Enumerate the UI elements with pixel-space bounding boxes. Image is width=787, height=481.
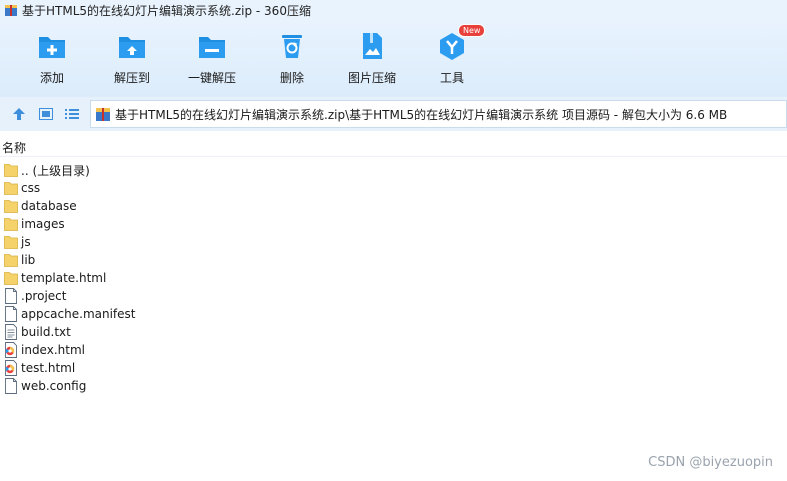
file-icon [5, 288, 17, 304]
new-badge: New [458, 24, 486, 37]
file-row[interactable]: .project [4, 287, 304, 305]
extract-to-icon [119, 37, 145, 58]
add-file-icon [39, 37, 65, 58]
title-bar: 基于HTML5的在线幻灯片编辑演示系统.zip - 360压缩 [0, 0, 787, 20]
text-file-icon [5, 324, 17, 340]
folder-icon [4, 200, 18, 213]
delete-button[interactable]: 删除 [252, 30, 332, 86]
path-field[interactable]: 基于HTML5的在线幻灯片编辑演示系统.zip\基于HTML5的在线幻灯片编辑演… [90, 100, 787, 128]
archive-icon [5, 5, 17, 16]
window-title: 基于HTML5的在线幻灯片编辑演示系统.zip - 360压缩 [22, 3, 311, 18]
tools-button[interactable]: New 工具 [412, 24, 492, 86]
image-compress-button[interactable]: 图片压缩 [332, 30, 412, 86]
file-name: build.txt [21, 325, 71, 339]
folder-icon [4, 218, 18, 231]
extract-to-button-label: 解压到 [113, 71, 150, 85]
path-text: 基于HTML5的在线幻灯片编辑演示系统.zip\基于HTML5的在线幻灯片编辑演… [115, 107, 728, 122]
folder-icon [4, 272, 18, 285]
file-name: js [21, 235, 31, 249]
folder-icon [4, 164, 18, 177]
folder-icon [4, 182, 18, 195]
file-row[interactable]: css [4, 179, 304, 197]
recycle-bin-icon [282, 35, 302, 58]
html-file-icon [5, 342, 17, 358]
file-name: database [21, 199, 77, 213]
file-icon [5, 378, 17, 394]
one-click-extract-button-label: 一键解压 [187, 71, 236, 85]
file-name: web.config [21, 379, 87, 393]
header-divider [0, 156, 787, 157]
file-row[interactable]: database [4, 197, 304, 215]
main-toolbar: 添加 解压到 一键解压 删除 图片压缩 New 工具 [0, 20, 787, 97]
add-button[interactable]: 添加 [12, 30, 92, 86]
file-row[interactable]: web.config [4, 377, 304, 395]
extract-to-button[interactable]: 解压到 [92, 30, 172, 86]
folder-icon [4, 254, 18, 267]
file-name: .. (上级目录) [21, 163, 90, 178]
tools-button-label: 工具 [439, 71, 464, 85]
file-row[interactable]: lib [4, 251, 304, 269]
file-row[interactable]: test.html [4, 359, 304, 377]
file-row[interactable]: .. (上级目录) [4, 161, 304, 179]
zip-archive-icon [96, 108, 110, 121]
one-click-extract-button[interactable]: 一键解压 [172, 30, 252, 86]
one-click-extract-icon [199, 37, 225, 58]
image-compress-icon [363, 33, 382, 59]
file-row[interactable]: appcache.manifest [4, 305, 304, 323]
image-compress-button-label: 图片压缩 [347, 71, 396, 85]
address-bar: 基于HTML5的在线幻灯片编辑演示系统.zip\基于HTML5的在线幻灯片编辑演… [0, 97, 787, 131]
arrow-up-icon [13, 108, 25, 120]
file-name: lib [21, 253, 36, 267]
thumbnail-view-button[interactable] [37, 105, 55, 123]
thumbnail-view-icon [39, 108, 53, 120]
folder-icon [4, 236, 18, 249]
file-row[interactable]: template.html [4, 269, 304, 287]
file-list: .. (上级目录) css database images js lib template.… [4, 161, 304, 395]
file-row[interactable]: images [4, 215, 304, 233]
html-file-icon [5, 360, 17, 376]
list-view-icon [65, 109, 79, 119]
file-row[interactable]: index.html [4, 341, 304, 359]
file-icon [5, 306, 17, 322]
delete-button-label: 删除 [279, 71, 304, 85]
add-button-label: 添加 [39, 71, 64, 85]
column-header-name[interactable]: 名称 [0, 139, 787, 155]
file-name: appcache.manifest [21, 307, 136, 321]
file-name: images [21, 217, 65, 231]
list-view-button[interactable] [63, 105, 81, 123]
file-row[interactable]: build.txt [4, 323, 304, 341]
file-name: test.html [21, 361, 76, 375]
file-name: css [21, 181, 41, 195]
watermark: CSDN @biyezuopin [648, 455, 773, 470]
file-name: index.html [21, 343, 85, 357]
file-name: template.html [21, 271, 107, 285]
file-row[interactable]: js [4, 233, 304, 251]
up-level-button[interactable] [10, 105, 28, 123]
file-name: .project [21, 289, 67, 303]
